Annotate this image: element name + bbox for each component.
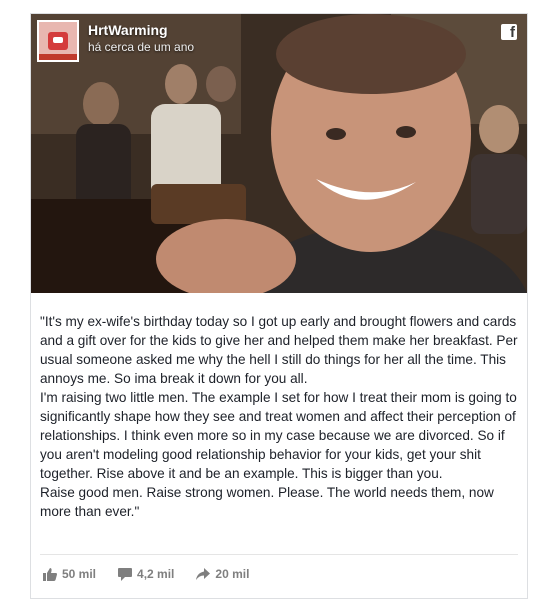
speech-bubble-icon bbox=[118, 567, 133, 581]
page-name-link[interactable]: HrtWarming bbox=[88, 21, 194, 39]
thumbs-up-icon bbox=[43, 567, 57, 581]
divider bbox=[40, 554, 518, 555]
page-avatar[interactable] bbox=[37, 20, 79, 62]
post-paragraph: "It's my ex-wife's birthday today so I g… bbox=[40, 314, 522, 386]
share-arrow-icon bbox=[196, 567, 211, 580]
comment-count-label: 4,2 mil bbox=[137, 567, 175, 581]
post-timestamp[interactable]: há cerca de um ano bbox=[88, 39, 194, 55]
engagement-bar: 50 mil 4,2 mil 20 mil bbox=[43, 564, 271, 584]
share-count[interactable]: 20 mil bbox=[196, 567, 249, 581]
page-meta: HrtWarming há cerca de um ano bbox=[88, 21, 194, 55]
like-count[interactable]: 50 mil bbox=[43, 567, 96, 581]
comment-count[interactable]: 4,2 mil bbox=[118, 567, 174, 581]
post-header: HrtWarming há cerca de um ano bbox=[37, 20, 194, 68]
heart-logo-icon bbox=[48, 32, 68, 50]
post-paragraph: I'm raising two little men. The example … bbox=[40, 390, 521, 481]
post-body: "It's my ex-wife's birthday today so I g… bbox=[40, 312, 520, 521]
post-photo[interactable]: HrtWarming há cerca de um ano f bbox=[31, 14, 527, 293]
share-count-label: 20 mil bbox=[215, 567, 250, 581]
like-count-label: 50 mil bbox=[62, 567, 97, 581]
facebook-icon[interactable]: f bbox=[501, 24, 517, 40]
post-paragraph: Raise good men. Raise strong women. Plea… bbox=[40, 485, 498, 519]
facebook-post-card: HrtWarming há cerca de um ano f "It's my… bbox=[30, 13, 528, 599]
